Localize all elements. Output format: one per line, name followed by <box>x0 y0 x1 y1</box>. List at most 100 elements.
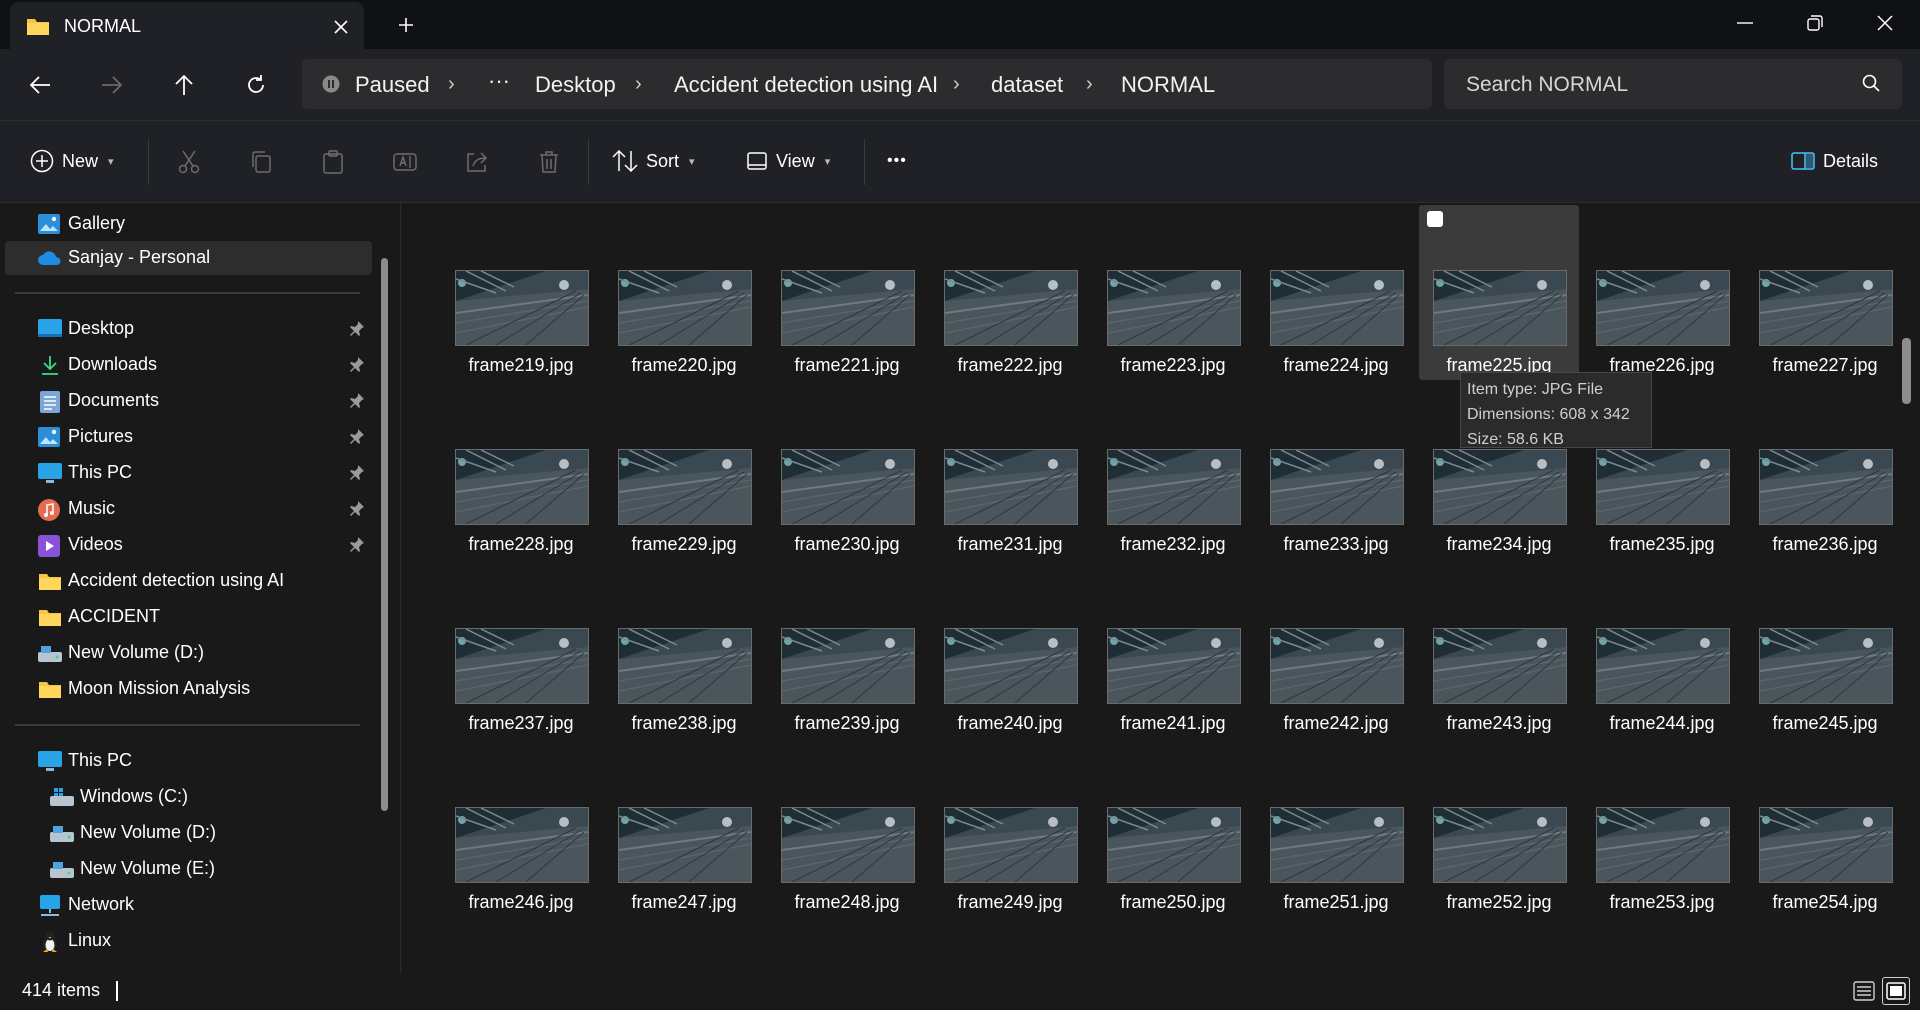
file-item[interactable]: frame245.jpg <box>1745 563 1905 738</box>
rename-icon[interactable] <box>388 145 422 179</box>
select-checkbox[interactable] <box>1427 211 1443 227</box>
file-item[interactable]: frame223.jpg <box>1093 205 1253 380</box>
up-arrow-icon[interactable] <box>166 67 202 103</box>
sort-button[interactable]: Sort ▾ <box>612 143 695 179</box>
tab-normal[interactable]: NORMAL <box>10 2 364 49</box>
chevron-right-icon[interactable]: › <box>1086 73 1093 96</box>
file-item[interactable]: frame224.jpg <box>1256 205 1416 380</box>
breadcrumb-more[interactable]: ··· <box>488 68 510 94</box>
sidebar-item-new-volume-e[interactable]: New Volume (E:) <box>5 852 372 886</box>
sidebar-item-gallery[interactable]: Gallery <box>5 207 372 241</box>
view-button[interactable]: View ▾ <box>746 143 830 179</box>
search-input[interactable] <box>1464 59 1858 111</box>
file-item[interactable]: frame227.jpg <box>1745 205 1905 380</box>
pin-icon[interactable] <box>349 500 365 516</box>
paste-icon[interactable] <box>316 145 350 179</box>
sidebar-item-new-volume-d-quick[interactable]: New Volume (D:) <box>5 636 372 670</box>
file-item[interactable]: frame246.jpg <box>441 742 601 917</box>
file-item[interactable]: frame253.jpg <box>1582 742 1742 917</box>
restore-icon[interactable] <box>1780 0 1850 46</box>
minimize-icon[interactable] <box>1710 0 1780 46</box>
file-item[interactable]: frame248.jpg <box>767 742 927 917</box>
file-item[interactable]: frame247.jpg <box>604 742 764 917</box>
file-item[interactable]: frame226.jpg <box>1582 205 1742 380</box>
file-item[interactable]: frame249.jpg <box>930 742 1090 917</box>
new-button[interactable]: New ▾ <box>30 143 114 179</box>
breadcrumb-dataset[interactable]: dataset <box>991 72 1063 98</box>
file-item[interactable]: frame232.jpg <box>1093 384 1253 559</box>
file-item[interactable]: frame228.jpg <box>441 384 601 559</box>
pane-divider[interactable] <box>400 203 401 973</box>
breadcrumb-accident-detection[interactable]: Accident detection using AI <box>674 72 938 98</box>
file-item[interactable]: frame221.jpg <box>767 205 927 380</box>
file-item[interactable]: frame244.jpg <box>1582 563 1742 738</box>
file-item[interactable]: frame238.jpg <box>604 563 764 738</box>
details-view-icon[interactable] <box>1850 977 1878 1005</box>
sidebar-item-this-pc[interactable]: This PC <box>5 744 372 778</box>
back-arrow-icon[interactable] <box>22 67 58 103</box>
sidebar-item-videos[interactable]: Videos <box>5 528 372 562</box>
file-item[interactable]: frame242.jpg <box>1256 563 1416 738</box>
file-item[interactable]: frame219.jpg <box>441 205 601 380</box>
new-tab-icon[interactable] <box>392 11 420 39</box>
search-box[interactable] <box>1444 59 1902 111</box>
sidebar-item-accident-detection[interactable]: Accident detection using AI <box>5 564 372 598</box>
file-item[interactable]: frame240.jpg <box>930 563 1090 738</box>
delete-icon[interactable] <box>532 145 566 179</box>
large-icons-view-icon[interactable] <box>1882 977 1910 1005</box>
cut-icon[interactable] <box>172 145 206 179</box>
share-icon[interactable] <box>460 145 494 179</box>
refresh-icon[interactable] <box>238 67 274 103</box>
sidebar-item-new-volume-d[interactable]: New Volume (D:) <box>5 816 372 850</box>
pin-icon[interactable] <box>349 428 365 444</box>
breadcrumb-desktop[interactable]: Desktop <box>535 72 616 98</box>
sidebar-item-moon-mission[interactable]: Moon Mission Analysis <box>5 672 372 706</box>
more-options-button[interactable]: ••• <box>887 143 907 179</box>
file-item[interactable]: frame252.jpg <box>1419 742 1579 917</box>
file-item[interactable]: frame229.jpg <box>604 384 764 559</box>
close-tab-icon[interactable] <box>328 14 354 40</box>
sidebar-item-downloads[interactable]: Downloads <box>5 348 372 382</box>
file-item[interactable]: frame254.jpg <box>1745 742 1905 917</box>
sidebar-item-documents[interactable]: Documents <box>5 384 372 418</box>
search-icon[interactable] <box>1862 74 1880 92</box>
pin-icon[interactable] <box>349 392 365 408</box>
sidebar-item-music[interactable]: Music <box>5 492 372 526</box>
sidebar-item-windows-c[interactable]: Windows (C:) <box>5 780 372 814</box>
file-item[interactable]: frame250.jpg <box>1093 742 1253 917</box>
pin-icon[interactable] <box>349 536 365 552</box>
file-item[interactable]: frame239.jpg <box>767 563 927 738</box>
file-item[interactable]: frame233.jpg <box>1256 384 1416 559</box>
copy-icon[interactable] <box>244 145 278 179</box>
sidebar-item-pictures[interactable]: Pictures <box>5 420 372 454</box>
file-item[interactable]: frame231.jpg <box>930 384 1090 559</box>
file-item[interactable]: frame243.jpg <box>1419 563 1579 738</box>
file-item[interactable]: frame222.jpg <box>930 205 1090 380</box>
content-scrollbar[interactable] <box>1902 338 1911 404</box>
chevron-right-icon[interactable]: › <box>448 73 455 96</box>
sidebar-item-network[interactable]: Network <box>5 888 372 922</box>
sidebar-item-linux[interactable]: Linux <box>5 924 372 958</box>
forward-arrow-icon[interactable] <box>94 67 130 103</box>
address-bar[interactable]: Paused › ··· Desktop › Accident detectio… <box>302 59 1432 109</box>
sidebar-item-onedrive-personal[interactable]: Sanjay - Personal <box>5 241 372 275</box>
sidebar-scrollbar[interactable] <box>381 258 388 811</box>
file-item[interactable]: frame230.jpg <box>767 384 927 559</box>
file-item[interactable]: frame236.jpg <box>1745 384 1905 559</box>
close-window-icon[interactable] <box>1850 0 1920 46</box>
file-item[interactable]: frame225.jpg <box>1419 205 1579 380</box>
breadcrumb-status[interactable]: Paused <box>355 72 430 98</box>
chevron-right-icon[interactable]: › <box>953 73 960 96</box>
file-item[interactable]: frame237.jpg <box>441 563 601 738</box>
pin-icon[interactable] <box>349 356 365 372</box>
sidebar-item-accident[interactable]: ACCIDENT <box>5 600 372 634</box>
file-item[interactable]: frame220.jpg <box>604 205 764 380</box>
breadcrumb-normal[interactable]: NORMAL <box>1121 72 1215 98</box>
details-button[interactable]: Details <box>1791 143 1878 179</box>
sidebar-item-this-pc-pinned[interactable]: This PC <box>5 456 372 490</box>
sidebar-item-desktop[interactable]: Desktop <box>5 312 372 346</box>
file-item[interactable]: frame241.jpg <box>1093 563 1253 738</box>
pin-icon[interactable] <box>349 464 365 480</box>
file-item[interactable]: frame251.jpg <box>1256 742 1416 917</box>
pin-icon[interactable] <box>349 320 365 336</box>
